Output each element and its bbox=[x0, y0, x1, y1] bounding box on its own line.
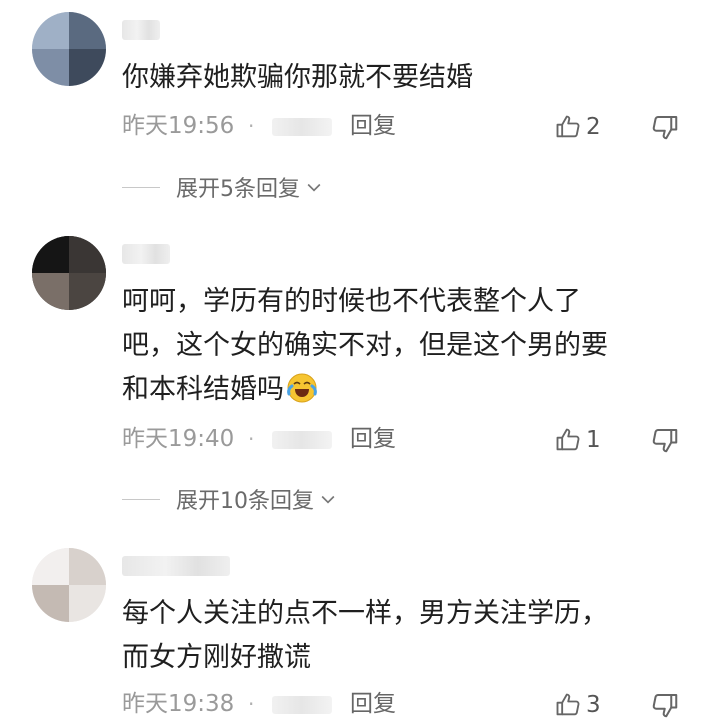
laughing-crying-emoji-icon bbox=[286, 372, 318, 404]
avatar[interactable] bbox=[32, 12, 106, 86]
expand-replies-button[interactable]: 展开10条回复 bbox=[122, 484, 338, 514]
comment-time: 昨天19:40 bbox=[122, 426, 235, 452]
like-count: 3 bbox=[586, 692, 601, 718]
thumbs-down-icon[interactable] bbox=[650, 112, 680, 142]
username-blurred[interactable] bbox=[122, 556, 230, 576]
thumbs-down-icon[interactable] bbox=[650, 690, 680, 720]
reply-button[interactable]: 回复 bbox=[350, 108, 396, 144]
comment-meta: 昨天19:56 · 回复 2 bbox=[122, 108, 702, 144]
comment-meta: 昨天19:40 · 回复 1 bbox=[122, 421, 702, 457]
comment-time: 昨天19:38 bbox=[122, 691, 235, 717]
reply-button[interactable]: 回复 bbox=[350, 421, 396, 457]
username-blurred[interactable] bbox=[122, 20, 160, 40]
thumbs-up-icon bbox=[556, 693, 580, 716]
comment-body: 呵呵，学历有的时候也不代表整个人了 吧，这个女的确实不对，但是这个男的要 和本科… bbox=[122, 286, 608, 405]
location-blurred bbox=[272, 696, 332, 714]
expand-replies-label: 展开10条回复 bbox=[176, 489, 314, 514]
divider-line bbox=[122, 498, 160, 500]
location-blurred bbox=[272, 431, 332, 449]
avatar[interactable] bbox=[32, 548, 106, 622]
thumbs-up-icon bbox=[556, 115, 580, 138]
comment-text: 每个人关注的点不一样，男方关注学历， 而女方刚好撒谎 bbox=[122, 598, 608, 673]
comment-text: 你嫌弃她欺骗你那就不要结婚 bbox=[122, 62, 473, 93]
comment-meta: 昨天19:38 · 回复 3 bbox=[122, 686, 702, 722]
separator-dot: · bbox=[248, 692, 255, 716]
like-button[interactable]: 3 bbox=[554, 688, 601, 722]
like-button[interactable]: 2 bbox=[554, 110, 601, 144]
divider-line bbox=[122, 186, 160, 188]
comment-time: 昨天19:56 bbox=[122, 113, 235, 139]
like-count: 2 bbox=[586, 114, 601, 140]
expand-replies-button[interactable]: 展开5条回复 bbox=[122, 172, 324, 202]
like-button[interactable]: 1 bbox=[554, 423, 601, 457]
location-blurred bbox=[272, 118, 332, 136]
thumbs-down-icon[interactable] bbox=[650, 425, 680, 455]
reply-button[interactable]: 回复 bbox=[350, 686, 396, 722]
thumbs-up-icon bbox=[556, 428, 580, 451]
separator-dot: · bbox=[248, 427, 255, 451]
like-count: 1 bbox=[586, 427, 601, 453]
chevron-down-icon bbox=[321, 495, 335, 504]
separator-dot: · bbox=[248, 114, 255, 138]
chevron-down-icon bbox=[307, 183, 321, 192]
comment-text: 呵呵，学历有的时候也不代表整个人了 吧，这个女的确实不对，但是这个男的要 和本科… bbox=[122, 280, 682, 412]
username-blurred[interactable] bbox=[122, 244, 170, 264]
expand-replies-label: 展开5条回复 bbox=[176, 177, 300, 202]
avatar[interactable] bbox=[32, 236, 106, 310]
